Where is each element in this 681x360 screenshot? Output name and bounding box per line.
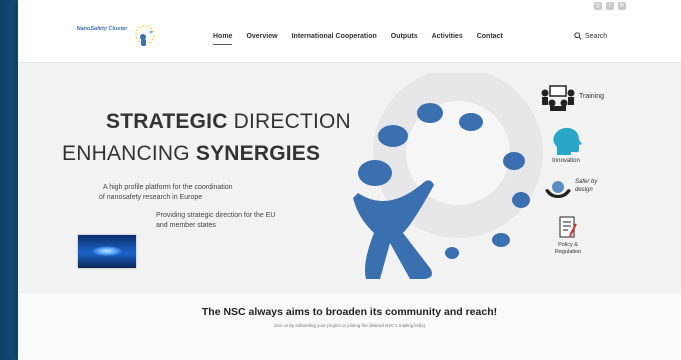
safer-by-design-hands-icon bbox=[545, 181, 571, 198]
headline2-light: ENHANCING bbox=[62, 142, 196, 165]
headline2-bold: SYNERGIES bbox=[195, 142, 321, 165]
safer-line-2: design bbox=[575, 187, 593, 193]
hero-section: STRATEGIC DIRECTION ENHANCING SYNERGIES … bbox=[18, 63, 681, 293]
instagram-icon[interactable]: ◎ bbox=[594, 2, 602, 10]
platform-description: A high profile platform for the coordina… bbox=[99, 183, 293, 203]
training-label: Training bbox=[579, 93, 605, 100]
policy-line-2: Regulation bbox=[554, 249, 582, 255]
nav-overview[interactable]: Overview bbox=[246, 33, 277, 40]
policy-label: Policy & Regulation bbox=[550, 242, 586, 256]
twitter-icon[interactable]: t bbox=[606, 2, 614, 10]
search-label: Search bbox=[585, 32, 608, 40]
video-thumbnail[interactable] bbox=[78, 235, 136, 268]
headline-enhancing-synergies: ENHANCING SYNERGIES bbox=[62, 142, 320, 166]
community-subtitle[interactable]: Join us by submitting your project or jo… bbox=[18, 323, 681, 328]
nav-outputs[interactable]: Outputs bbox=[391, 33, 418, 40]
community-section: The NSC always aims to broaden its commu… bbox=[18, 293, 681, 360]
innovation-label: Innovation bbox=[552, 158, 580, 164]
headline1-bold: STRATEGIC bbox=[106, 110, 228, 133]
main-nav: Home Overview International Cooperation … bbox=[213, 33, 517, 45]
nav-activities[interactable]: Activities bbox=[432, 33, 463, 40]
search-button[interactable]: Search bbox=[574, 32, 607, 40]
nav-home[interactable]: Home bbox=[213, 33, 233, 45]
headline-strategic-direction: STRATEGIC DIRECTION bbox=[106, 110, 351, 134]
site-logo[interactable]: NanoSafety Cluster bbox=[76, 25, 166, 46]
community-title: The NSC always aims to broaden its commu… bbox=[201, 306, 498, 318]
website-screenshot: ◎ t in NanoSafety Cluster Home Overview … bbox=[18, 0, 681, 360]
site-header: ◎ t in NanoSafety Cluster Home Overview … bbox=[18, 0, 681, 63]
social-links: ◎ t in bbox=[594, 2, 626, 10]
linkedin-icon[interactable]: in bbox=[618, 2, 626, 10]
safer-by-design-item[interactable]: Safer by design bbox=[543, 176, 613, 206]
search-icon bbox=[574, 32, 582, 40]
training-item[interactable]: Training bbox=[538, 83, 618, 115]
safer-by-design-label: Safer by design bbox=[575, 178, 597, 194]
desc2-line-1: Providing strategic direction for the EU bbox=[156, 212, 276, 219]
policy-line-1: Policy & bbox=[558, 242, 578, 248]
nsc-people-graphic bbox=[353, 73, 543, 279]
nav-international-cooperation[interactable]: International Cooperation bbox=[292, 33, 377, 40]
safer-line-1: Safer by bbox=[575, 179, 598, 185]
nav-contact[interactable]: Contact bbox=[477, 33, 503, 40]
policy-regulation-item[interactable]: Policy & Regulation bbox=[550, 216, 586, 256]
innovation-head-icon bbox=[553, 127, 582, 155]
training-icon bbox=[541, 85, 575, 111]
logo-stars-icon bbox=[135, 25, 155, 46]
innovation-item[interactable]: Innovation bbox=[546, 127, 586, 167]
desc-line-2: of nanosafety research in Europe bbox=[99, 194, 203, 201]
video-glow bbox=[92, 246, 122, 256]
logo-text: NanoSafety Cluster bbox=[76, 26, 128, 32]
policy-document-icon bbox=[559, 216, 577, 238]
strategic-direction-description: Providing strategic direction for the EU… bbox=[156, 211, 316, 231]
desc-line-1: A high profile platform for the coordina… bbox=[103, 184, 233, 191]
desc2-line-2: and member states bbox=[156, 222, 216, 229]
